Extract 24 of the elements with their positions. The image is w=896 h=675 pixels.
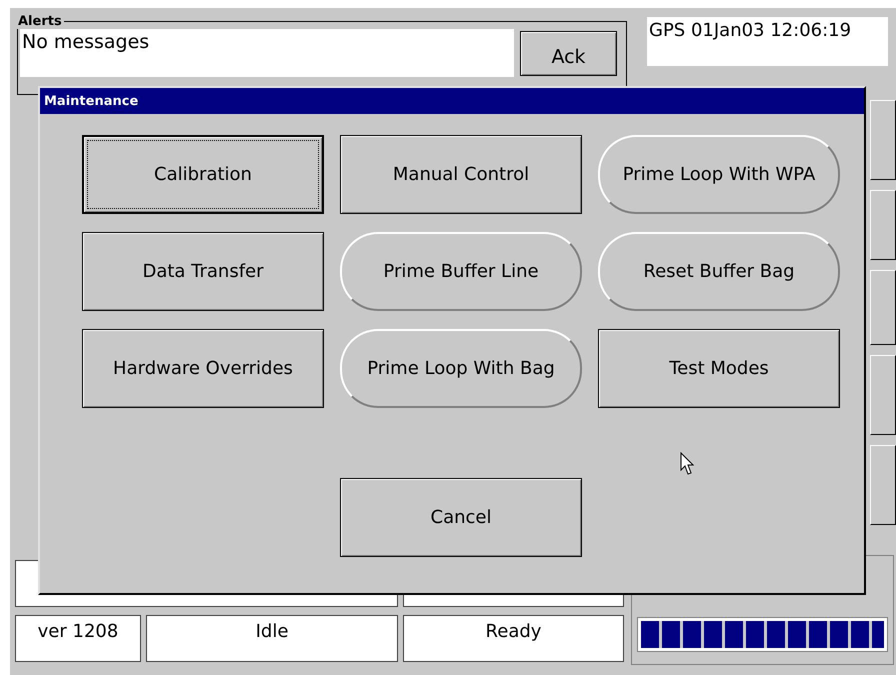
side-button[interactable] <box>870 100 896 180</box>
menu-button[interactable]: Prime Loop With WPA <box>598 135 840 214</box>
side-button[interactable] <box>870 270 896 345</box>
ack-button[interactable]: Ack <box>520 31 617 76</box>
menu-button[interactable]: Data Transfer <box>82 232 324 311</box>
state-label: Idle <box>146 615 398 662</box>
side-button[interactable] <box>870 445 896 525</box>
menu-button[interactable]: Reset Buffer Bag <box>598 232 840 311</box>
side-button[interactable] <box>870 355 896 435</box>
menu-button[interactable]: Prime Buffer Line <box>340 232 582 311</box>
alerts-title: Alerts <box>17 14 63 29</box>
message-field: No messages <box>20 29 514 77</box>
cursor-icon <box>680 452 694 476</box>
dialog-title: Maintenance <box>40 88 864 114</box>
cancel-button[interactable]: Cancel <box>340 478 582 557</box>
menu-button[interactable]: Prime Loop With Bag <box>340 329 582 408</box>
readiness-label: Ready <box>403 615 624 662</box>
version-label: ver 1208 <box>15 615 141 662</box>
gps-time: GPS 01Jan03 12:06:19 <box>647 17 888 66</box>
menu-button[interactable]: Hardware Overrides <box>82 329 324 408</box>
menu-button[interactable]: Test Modes <box>598 329 840 408</box>
menu-button[interactable]: Manual Control <box>340 135 582 214</box>
side-button[interactable] <box>870 190 896 260</box>
menu-button[interactable]: Calibration <box>82 135 324 214</box>
